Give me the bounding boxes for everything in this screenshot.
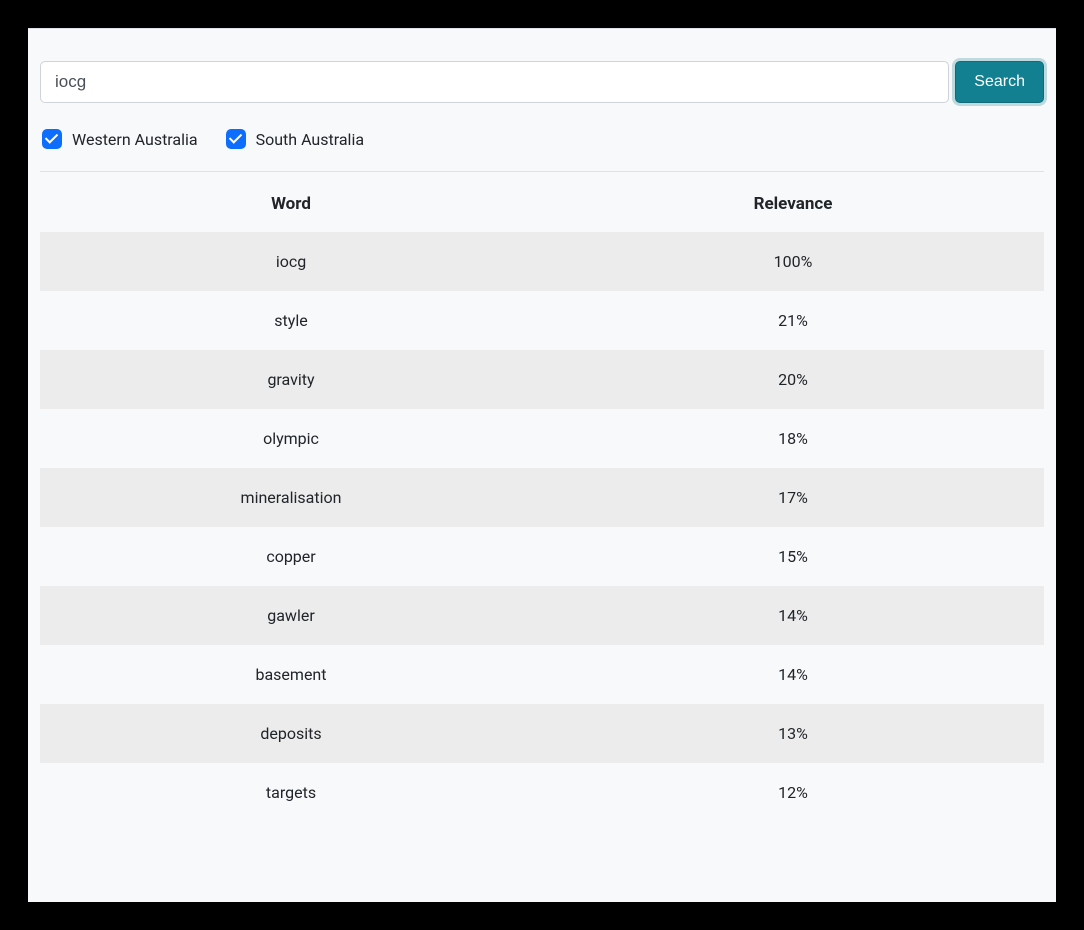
cell-word: mineralisation [40,468,542,527]
cell-word: copper [40,527,542,586]
cell-word: style [40,291,542,350]
search-bar: Search [40,61,1044,103]
cell-relevance: 100% [542,232,1044,291]
table-row: gawler14% [40,586,1044,645]
search-input[interactable] [40,61,949,103]
cell-relevance: 21% [542,291,1044,350]
table-row: deposits13% [40,704,1044,763]
cell-word: olympic [40,409,542,468]
search-button[interactable]: Search [955,61,1044,103]
table-row: copper15% [40,527,1044,586]
filter-western-australia[interactable]: Western Australia [42,129,198,149]
checkbox-checked-icon [42,129,62,149]
table-row: style21% [40,291,1044,350]
cell-word: gawler [40,586,542,645]
results-table: Word Relevance iocg100%style21%gravity20… [40,176,1044,822]
filter-label: South Australia [256,130,364,149]
cell-word: deposits [40,704,542,763]
table-row: iocg100% [40,232,1044,291]
filter-label: Western Australia [72,130,198,149]
cell-word: iocg [40,232,542,291]
table-row: gravity20% [40,350,1044,409]
table-row: targets12% [40,763,1044,822]
table-row: basement14% [40,645,1044,704]
cell-relevance: 15% [542,527,1044,586]
cell-relevance: 20% [542,350,1044,409]
cell-word: basement [40,645,542,704]
table-row: mineralisation17% [40,468,1044,527]
cell-relevance: 18% [542,409,1044,468]
filter-south-australia[interactable]: South Australia [226,129,364,149]
cell-relevance: 13% [542,704,1044,763]
filter-row: Western Australia South Australia [40,125,1044,172]
cell-relevance: 17% [542,468,1044,527]
checkbox-checked-icon [226,129,246,149]
cell-relevance: 12% [542,763,1044,822]
search-panel: Search Western Australia South Australia… [28,28,1056,902]
cell-relevance: 14% [542,645,1044,704]
table-row: olympic18% [40,409,1044,468]
column-header-relevance: Relevance [542,176,1044,232]
cell-relevance: 14% [542,586,1044,645]
cell-word: gravity [40,350,542,409]
column-header-word: Word [40,176,542,232]
cell-word: targets [40,763,542,822]
